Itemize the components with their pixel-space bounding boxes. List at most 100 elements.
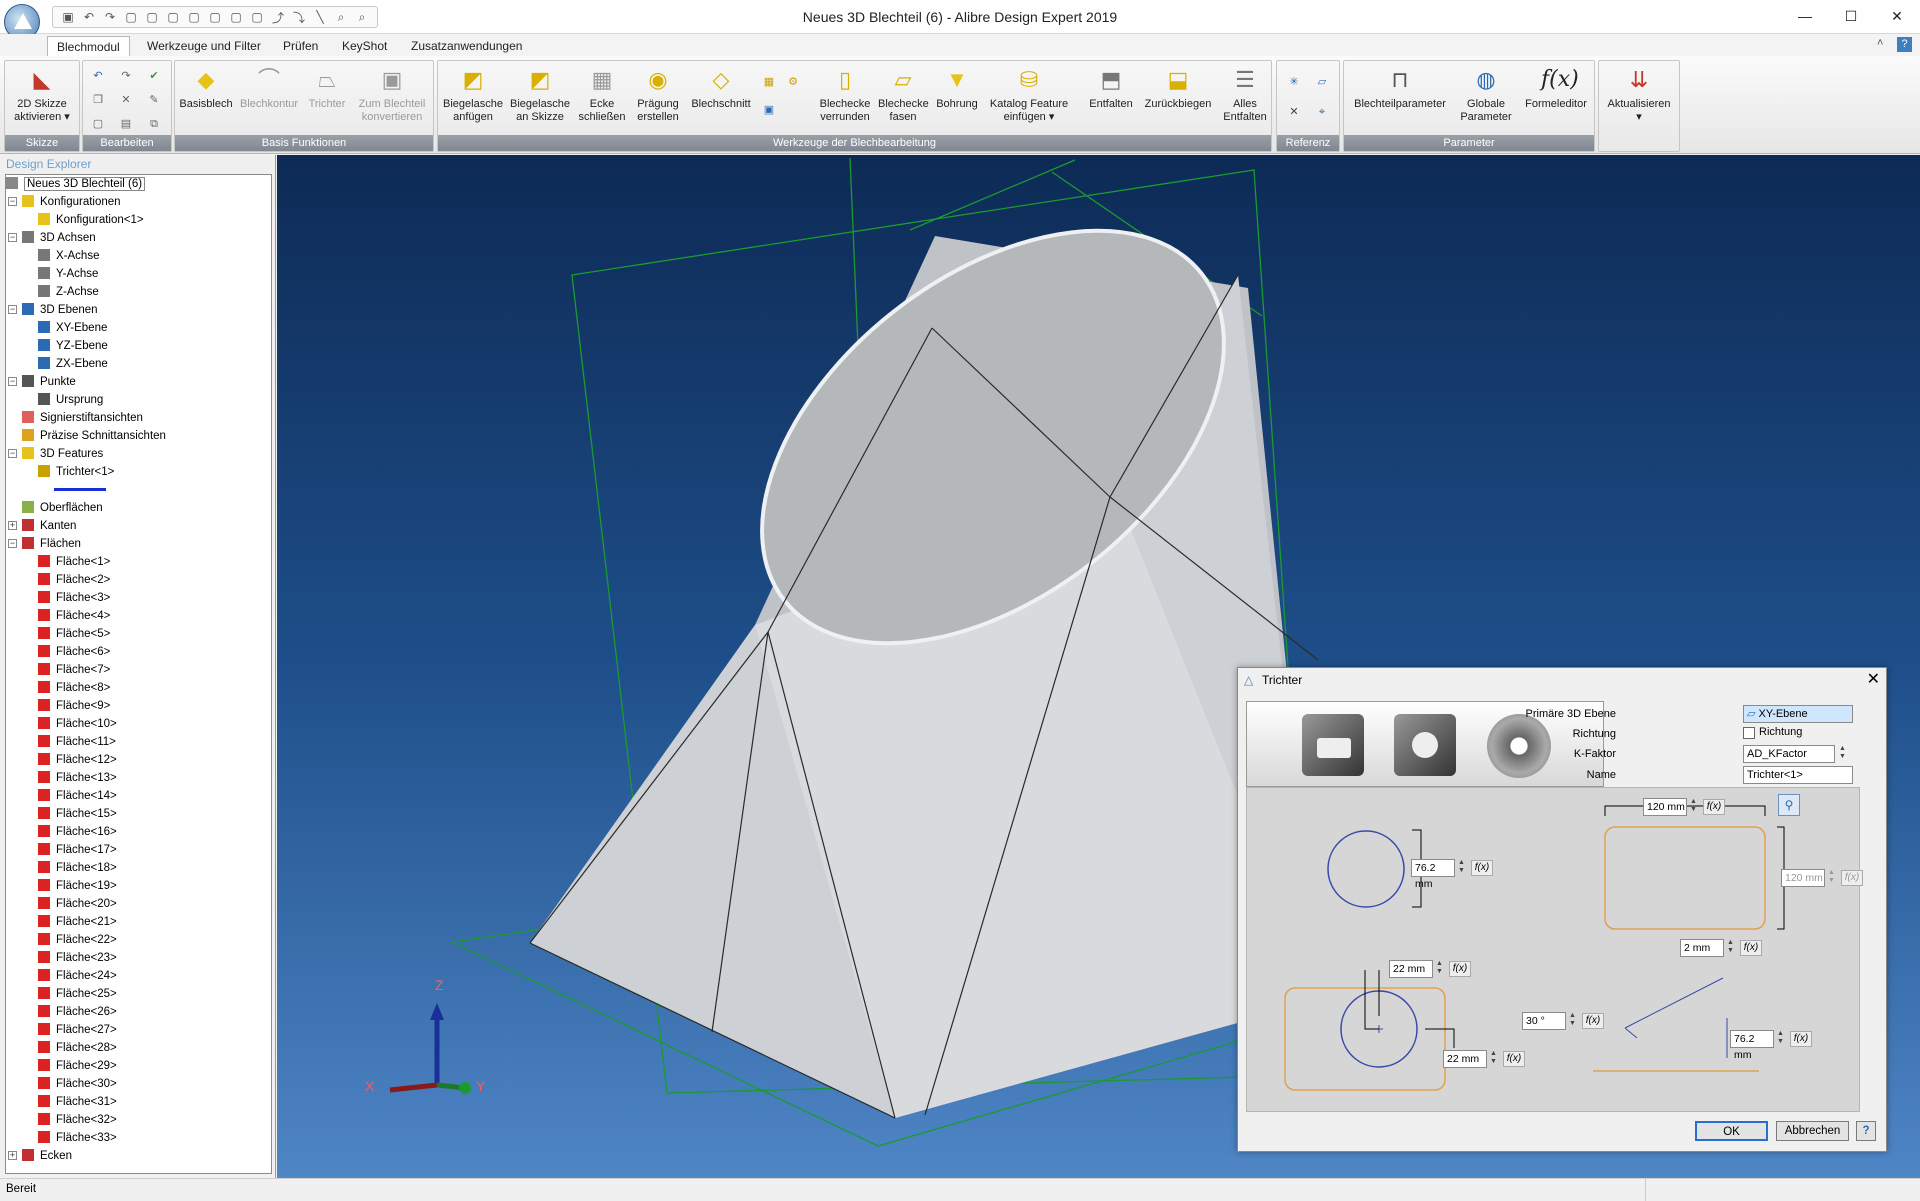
bohrung-button[interactable]: ▼ Bohrung	[932, 63, 982, 111]
2d-skizze-button[interactable]: ◣ 2D Skizze aktivieren ▾	[7, 63, 77, 124]
cancel-button[interactable]: Abbrechen	[1776, 1121, 1849, 1141]
axis-icon[interactable]: ✳	[1285, 73, 1303, 91]
delete-icon[interactable]: ✕	[117, 91, 135, 109]
tree-node[interactable]: + Kanten	[8, 517, 76, 535]
tree-face-node[interactable]: Fläche<11>	[38, 733, 116, 751]
name-field[interactable]: Trichter<1>	[1743, 766, 1853, 784]
width-spinner[interactable]: ▲ ▼	[1688, 798, 1699, 816]
tree-face-node[interactable]: Fläche<17>	[38, 841, 117, 859]
globale-parameter-button[interactable]: ◍ Globale Parameter	[1456, 63, 1516, 124]
tree-node[interactable]: Oberflächen	[22, 499, 103, 517]
tree-face-node[interactable]: Fläche<7>	[38, 661, 110, 679]
tree-face-node[interactable]: Fläche<3>	[38, 589, 110, 607]
offset-a-spinner[interactable]: ▲ ▼	[1434, 960, 1445, 978]
diameter-spinner[interactable]: ▲ ▼	[1456, 859, 1467, 877]
tree-face-node[interactable]: Fläche<16>	[38, 823, 117, 841]
formeleditor-button[interactable]: f(x) Formeleditor	[1520, 63, 1592, 111]
ecke-schliessen-button[interactable]: ▦ Ecke schließen	[576, 63, 628, 124]
biegelasche-skizze-button[interactable]: ◩ Biegelasche an Skizze	[508, 63, 572, 124]
diameter-fx-button[interactable]: f(x)	[1471, 860, 1493, 876]
tree-face-node[interactable]: Fläche<4>	[38, 607, 110, 625]
width-input[interactable]: 120 mm	[1643, 798, 1687, 816]
tree-face-node[interactable]: Fläche<18>	[38, 859, 117, 877]
tree-face-node[interactable]: Fläche<19>	[38, 877, 117, 895]
tree-node[interactable]: − Flächen	[8, 535, 81, 553]
square-to-circle-icon[interactable]	[1394, 714, 1456, 776]
tree-face-node[interactable]: Fläche<13>	[38, 769, 117, 787]
tree-face-node[interactable]: Fläche<20>	[38, 895, 117, 913]
tree-face-node[interactable]: Fläche<12>	[38, 751, 117, 769]
tree-node[interactable]: X-Achse	[38, 247, 99, 265]
basisblech-button[interactable]: ◆ Basisblech	[177, 63, 235, 111]
link-icon[interactable]: ⧉	[145, 115, 163, 133]
expand-toggle-icon[interactable]: −	[8, 377, 17, 386]
tree-face-node[interactable]: Fläche<25>	[38, 985, 117, 1003]
height-fx-button[interactable]: f(x)	[1841, 870, 1863, 886]
expand-toggle-icon[interactable]: −	[8, 233, 17, 242]
blechecke-fasen-button[interactable]: ▱ Blechecke fasen	[878, 63, 929, 124]
tree-face-node[interactable]: Fläche<8>	[38, 679, 110, 697]
praegung-button[interactable]: ◉ Prägung erstellen	[632, 63, 684, 124]
primary-plane-field[interactable]: ▱ XY-Ebene	[1743, 705, 1853, 723]
tree-node[interactable]: Konfiguration<1>	[38, 211, 144, 229]
edit-icon[interactable]: ✎	[145, 91, 163, 109]
point-icon[interactable]: ✕	[1285, 103, 1303, 121]
richtung-checkbox[interactable]	[1743, 727, 1755, 739]
kfaktor-field[interactable]: AD_KFactor	[1743, 745, 1835, 763]
tree-node[interactable]: XY-Ebene	[38, 319, 107, 337]
expand-toggle-icon[interactable]: −	[8, 305, 17, 314]
paste-icon[interactable]: ▤	[117, 115, 135, 133]
tree-face-node[interactable]: Fläche<21>	[38, 913, 117, 931]
angle-fx-button[interactable]: f(x)	[1582, 1013, 1604, 1029]
zurueckbiegen-button[interactable]: ⬓ Zurückbiegen	[1140, 63, 1216, 111]
tree-face-node[interactable]: Fläche<14>	[38, 787, 117, 805]
tree-node[interactable]: Y-Achse	[38, 265, 98, 283]
blechschnitt-button[interactable]: ◇ Blechschnitt	[688, 63, 754, 111]
tree-node[interactable]: + Ecken	[8, 1147, 72, 1165]
help-icon[interactable]: ?	[1897, 37, 1912, 52]
tree-face-node[interactable]: Fläche<5>	[38, 625, 110, 643]
expand-toggle-icon[interactable]: +	[8, 1151, 17, 1160]
tree-face-node[interactable]: Fläche<33>	[38, 1129, 117, 1147]
tree-face-node[interactable]: Fläche<24>	[38, 967, 117, 985]
diameter-input[interactable]: 76.2 mm	[1411, 859, 1455, 890]
tree-node[interactable]: YZ-Ebene	[38, 337, 108, 355]
katalog-feature-button[interactable]: ⛁ Katalog Feature einfügen ▾	[986, 63, 1072, 124]
offset-a-input[interactable]: 22 mm	[1389, 960, 1433, 978]
angle-spinner[interactable]: ▲ ▼	[1567, 1012, 1578, 1030]
width-fx-button[interactable]: f(x)	[1703, 799, 1725, 815]
tab-werkzeuge-und-filter[interactable]: Werkzeuge und Filter	[138, 36, 270, 56]
tree-node[interactable]: Ursprung	[38, 391, 103, 409]
tree-node[interactable]: Z-Achse	[38, 283, 99, 301]
tab-blechmodul[interactable]: Blechmodul	[47, 36, 130, 56]
gear-icon[interactable]: ⚙	[784, 73, 802, 91]
tree-face-node[interactable]: Fläche<29>	[38, 1057, 117, 1075]
funnel-height-input[interactable]: 76.2 mm	[1730, 1030, 1774, 1061]
funnel-height-spinner[interactable]: ▲ ▼	[1775, 1030, 1786, 1048]
csys-icon[interactable]: ⌖	[1313, 103, 1331, 121]
plane-icon[interactable]: ▱	[1313, 73, 1331, 91]
maximize-button[interactable]: ☐	[1828, 0, 1874, 32]
biegelasche-anfuegen-button[interactable]: ◩ Biegelasche anfügen	[442, 63, 504, 124]
tree-node[interactable]: Präzise Schnittansichten	[22, 427, 166, 445]
tab-keyshot[interactable]: KeyShot	[333, 36, 396, 56]
tree-face-node[interactable]: Fläche<23>	[38, 949, 117, 967]
tree-node[interactable]: − 3D Achsen	[8, 229, 96, 247]
blechteilparameter-button[interactable]: ⊓ Blechteilparameter	[1348, 63, 1452, 111]
tree-node[interactable]: − 3D Features	[8, 445, 103, 463]
pin-icon[interactable]: ⚲	[1778, 794, 1800, 816]
feature-icon[interactable]: ▣	[760, 101, 778, 119]
tree-face-node[interactable]: Fläche<1>	[38, 553, 110, 571]
blechkontur-button[interactable]: ⌒ Blechkontur	[237, 63, 301, 111]
tree-face-node[interactable]: Fläche<30>	[38, 1075, 117, 1093]
dialog-help-button[interactable]: ?	[1856, 1121, 1876, 1141]
redo-icon[interactable]: ↷	[117, 67, 135, 85]
cut-icon[interactable]: ▢	[89, 115, 107, 133]
square-to-rect-icon[interactable]	[1302, 714, 1364, 776]
tree-node[interactable]: − Punkte	[8, 373, 76, 391]
explorer-tree[interactable]: −Neues 3D Blechteil (6)−KonfigurationenK…	[5, 174, 272, 1174]
tree-node[interactable]: Trichter<1>	[38, 463, 114, 481]
height-spinner[interactable]: ▲ ▼	[1826, 869, 1837, 887]
blechecke-verrunden-button[interactable]: ▯ Blechecke verrunden	[814, 63, 876, 124]
radius-fx-button[interactable]: f(x)	[1740, 940, 1762, 956]
